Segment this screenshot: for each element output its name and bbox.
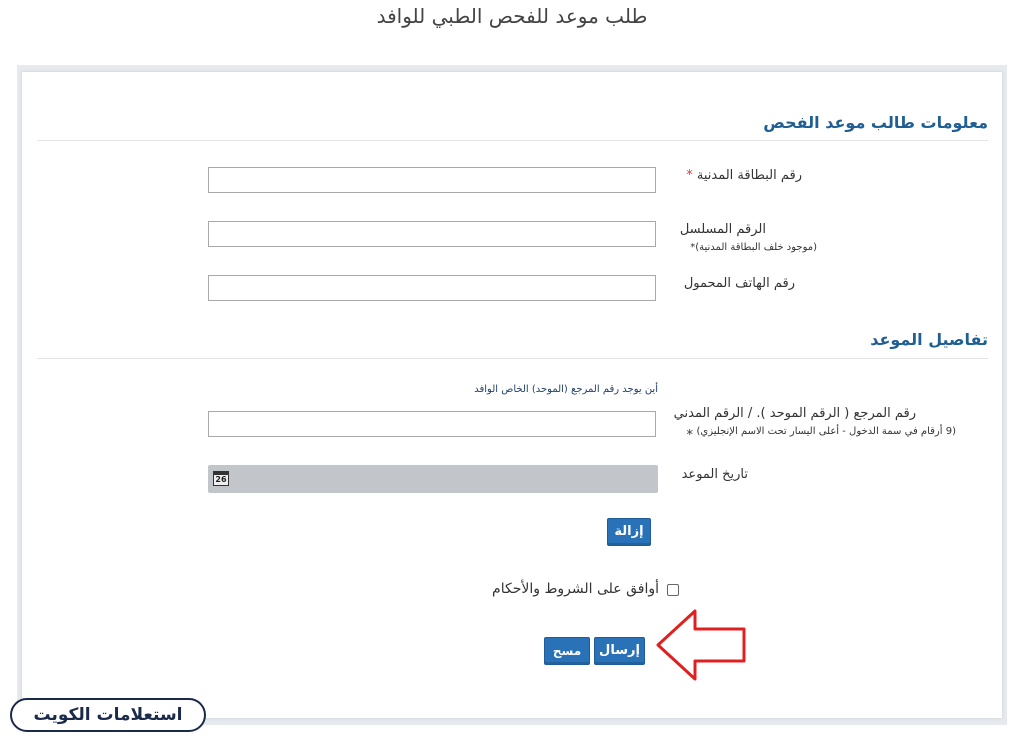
serial-number-input[interactable] [208, 221, 656, 247]
required-mark: * [686, 168, 693, 183]
mobile-input[interactable] [208, 275, 656, 301]
watermark-logo: استعلامات الكويت [10, 698, 206, 732]
reference-number-input[interactable] [208, 411, 656, 437]
reference-number-label: رقم المرجع ( الرقم الموحد ). / الرقم الم… [673, 406, 916, 421]
appointment-section-title: تفاصيل الموعد [870, 330, 988, 349]
civil-id-input[interactable] [208, 167, 656, 193]
submit-button[interactable]: إرسال [594, 637, 645, 665]
remove-button[interactable]: إزالة [607, 518, 651, 546]
serial-number-hint: (موجود خلف البطاقة المدنية)* [690, 242, 817, 253]
appointment-date-label: تاريخ الموعد [681, 467, 748, 482]
annotation-arrow-icon [656, 609, 746, 681]
calendar-icon[interactable]: 26 [213, 471, 229, 486]
mobile-label: رقم الهاتف المحمول [683, 276, 795, 291]
applicant-section-title: معلومات طالب موعد الفحص [763, 113, 988, 132]
page-title: طلب موعد للفحص الطبي للوافد [376, 4, 648, 28]
clear-button[interactable]: مسح [544, 637, 590, 665]
section-divider [37, 140, 988, 141]
serial-number-label: الرقم المسلسل [679, 222, 766, 237]
reference-number-hint: (9 أرقام في سمة الدخول - أعلى اليسار تحت… [696, 426, 956, 437]
reference-number-help-link[interactable]: أين يوجد رقم المرجع (الموحد) الخاص الواف… [474, 384, 658, 395]
appointment-date-input[interactable]: 26 [208, 465, 658, 493]
section-divider [37, 358, 988, 359]
terms-checkbox[interactable] [667, 584, 679, 596]
civil-id-label: رقم البطاقة المدنية * [686, 168, 802, 183]
terms-label: أوافق على الشروط والأحكام [492, 581, 659, 597]
required-mark: * [686, 428, 694, 443]
